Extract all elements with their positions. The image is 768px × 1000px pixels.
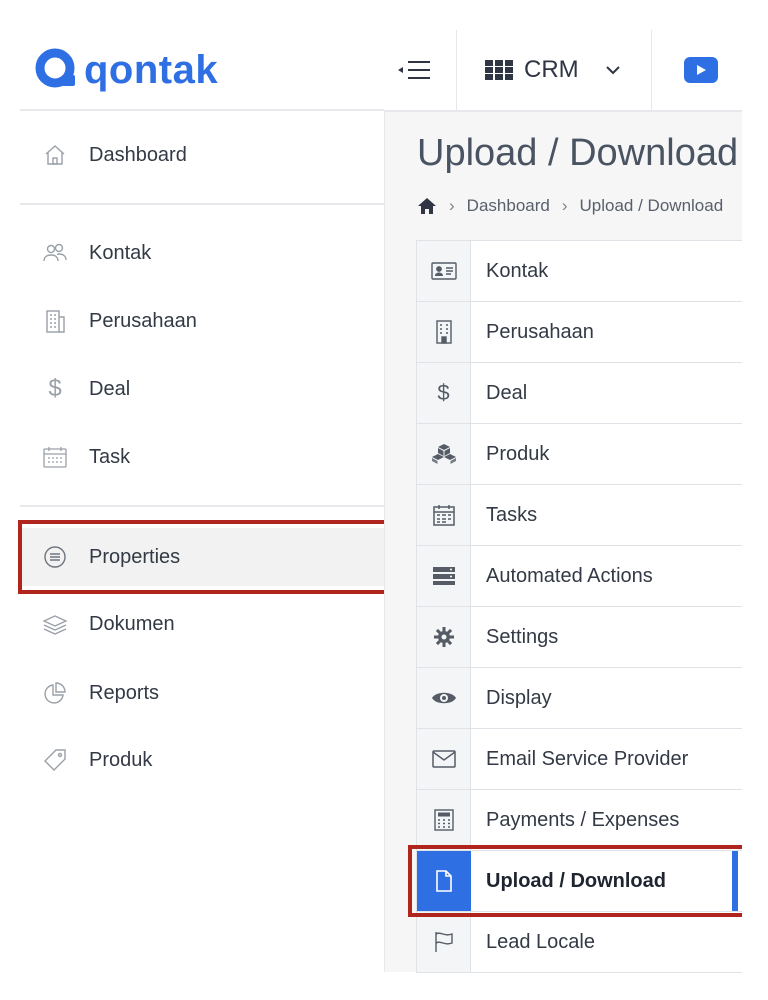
sidebar-item-kontak[interactable]: Kontak — [20, 224, 384, 282]
menu-item-kontak[interactable]: Kontak — [417, 241, 744, 302]
menu-item-label: Produk — [486, 442, 550, 465]
sidebar-item-label: Perusahaan — [89, 309, 197, 332]
separator — [456, 30, 457, 110]
file-icon — [417, 851, 471, 911]
sidebar-item-label: Produk — [89, 748, 153, 771]
qontak-logo[interactable]: qontak — [34, 40, 218, 100]
menu-collapse-icon — [398, 61, 430, 79]
home-icon — [42, 142, 68, 168]
video-button[interactable] — [684, 57, 718, 83]
divider — [20, 505, 384, 507]
menu-item-email-service-provider[interactable]: Email Service Provider — [417, 729, 744, 790]
settings-menu: Kontak Perusahaan $ Deal Produk Tasks Au… — [416, 240, 744, 973]
menu-item-label: Email Service Provider — [486, 747, 689, 770]
sidebar-item-reports[interactable]: Reports — [20, 664, 384, 722]
contacts-icon — [42, 240, 68, 266]
menu-item-label: Upload / Download — [486, 869, 666, 892]
calendar-icon — [42, 444, 68, 470]
menu-item-produk[interactable]: Produk — [417, 424, 744, 485]
calendar-icon — [417, 485, 471, 545]
dollar-icon: $ — [417, 363, 471, 423]
sidebar-item-dokumen[interactable]: Dokumen — [20, 595, 384, 653]
home-icon[interactable] — [417, 197, 437, 215]
sidebar-item-label: Kontak — [89, 241, 152, 264]
play-icon — [697, 65, 706, 75]
crm-dropdown[interactable]: CRM — [484, 50, 621, 90]
menu-item-payments-expenses[interactable]: Payments / Expenses — [417, 790, 744, 851]
menu-item-label: Kontak — [486, 259, 549, 282]
breadcrumb-current: Upload / Download — [579, 196, 724, 215]
sidebar-item-deal[interactable]: $ Deal — [20, 360, 384, 418]
grid-icon — [485, 60, 513, 80]
menu-item-lead-locale[interactable]: Lead Locale — [417, 912, 744, 972]
sidebar-item-label: Deal — [89, 377, 131, 400]
qontak-logo-icon — [35, 48, 75, 88]
flag-icon — [417, 912, 471, 972]
chevron-right-icon: › — [561, 196, 568, 215]
breadcrumb: › Dashboard › Upload / Download — [417, 196, 743, 216]
menu-item-tasks[interactable]: Tasks — [417, 485, 744, 546]
menu-item-automated-actions[interactable]: Automated Actions — [417, 546, 744, 607]
menu-item-label: Tasks — [486, 503, 538, 526]
sidebar-item-label: Dokumen — [89, 612, 175, 635]
divider — [20, 203, 384, 205]
sidebar-item-produk[interactable]: Produk — [20, 731, 384, 789]
divider — [20, 109, 384, 111]
menu-item-label: Deal — [486, 381, 528, 404]
sidebar-item-label: Reports — [89, 681, 160, 704]
menu-item-settings[interactable]: Settings — [417, 607, 744, 668]
pie-chart-icon — [42, 680, 68, 706]
brand-name: qontak — [84, 47, 219, 92]
sidebar-item-label: Task — [89, 445, 131, 468]
building-icon — [417, 302, 471, 362]
sidebar-item-label: Dashboard — [89, 143, 187, 166]
menu-item-label: Settings — [486, 625, 559, 648]
separator — [651, 30, 652, 110]
dollar-icon: $ — [48, 375, 62, 402]
sidebar-item-dashboard[interactable]: Dashboard — [20, 126, 384, 184]
top-bar: CRM — [384, 30, 742, 112]
eye-icon — [417, 668, 471, 728]
menu-item-label: Lead Locale — [486, 930, 595, 953]
list-circle-icon — [42, 544, 68, 570]
sidebar-item-perusahaan[interactable]: Perusahaan — [20, 292, 384, 350]
server-icon — [417, 546, 471, 606]
main-content: Upload / Download › Dashboard › Upload /… — [384, 112, 744, 973]
right-margin — [742, 0, 768, 1000]
cubes-icon — [417, 424, 471, 484]
menu-item-label: Perusahaan — [486, 320, 594, 343]
calculator-icon — [417, 790, 471, 850]
id-card-icon — [417, 241, 471, 301]
layers-icon — [42, 611, 68, 637]
page-title: Upload / Download — [417, 132, 739, 174]
sidebar-item-task[interactable]: Task — [20, 428, 384, 486]
menu-item-display[interactable]: Display — [417, 668, 744, 729]
tag-icon — [42, 747, 68, 773]
menu-toggle-button[interactable] — [394, 52, 434, 88]
envelope-icon — [417, 729, 471, 789]
menu-item-label: Automated Actions — [486, 564, 653, 587]
gear-icon — [417, 607, 471, 667]
menu-item-deal[interactable]: $ Deal — [417, 363, 744, 424]
chevron-down-icon — [605, 66, 620, 75]
menu-item-label: Display — [486, 686, 552, 709]
sidebar-item-label: Properties — [89, 545, 181, 568]
menu-item-label: Payments / Expenses — [486, 808, 680, 831]
building-icon — [42, 308, 68, 334]
menu-item-perusahaan[interactable]: Perusahaan — [417, 302, 744, 363]
menu-item-upload-download[interactable]: Upload / Download — [417, 851, 744, 912]
sidebar: qontak Dashboard Kontak Perusahaan $ Dea… — [20, 30, 384, 972]
chevron-right-icon: › — [449, 196, 455, 215]
breadcrumb-link-dashboard[interactable]: Dashboard — [467, 196, 550, 216]
sidebar-item-properties[interactable]: Properties — [20, 528, 384, 586]
crm-label: CRM — [524, 56, 579, 83]
